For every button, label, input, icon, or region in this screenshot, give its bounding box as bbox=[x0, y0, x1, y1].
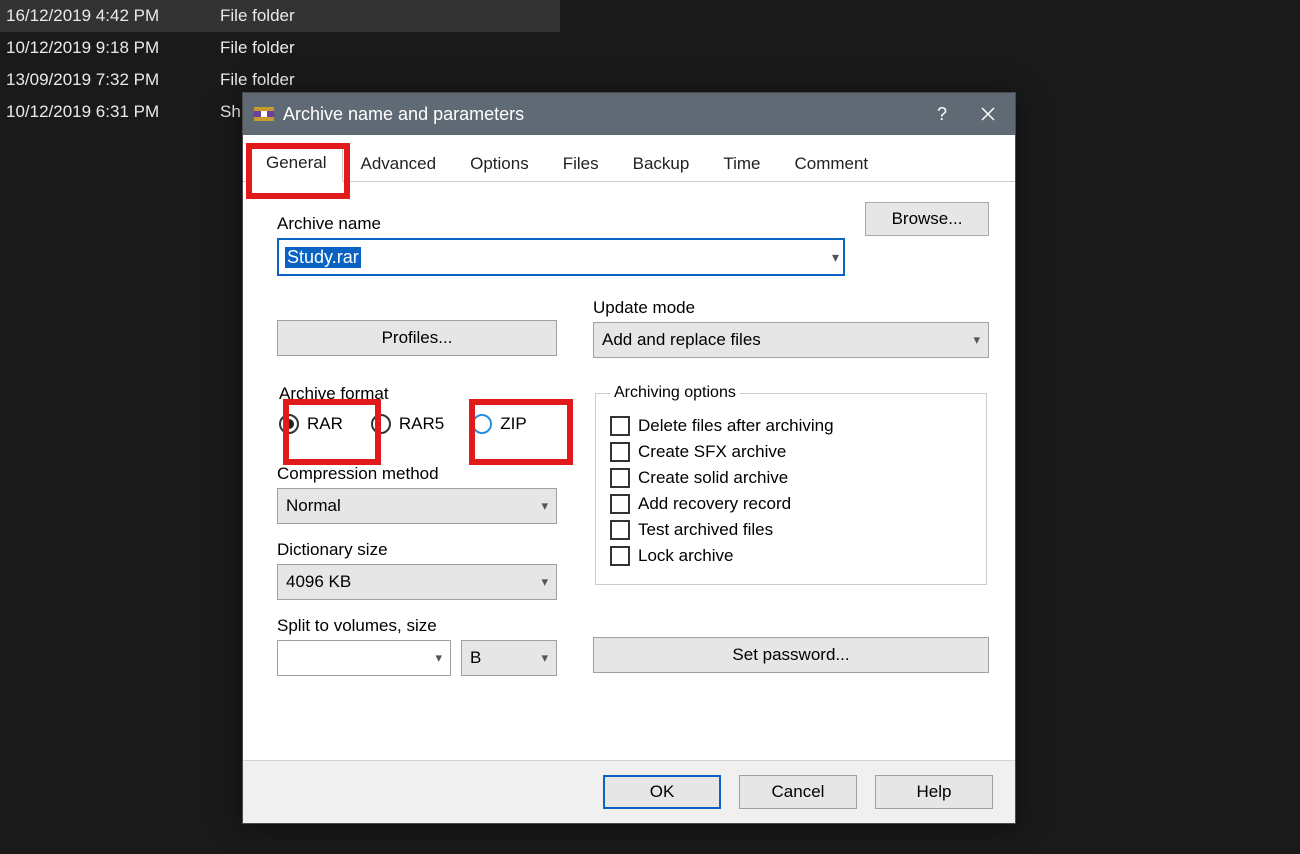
file-date: 13/09/2019 7:32 PM bbox=[0, 70, 206, 90]
file-type: File folder bbox=[206, 70, 295, 90]
check-recovery[interactable]: Add recovery record bbox=[610, 494, 972, 514]
archive-name-value: Study.rar bbox=[285, 247, 361, 268]
cancel-button[interactable]: Cancel bbox=[739, 775, 857, 809]
dictionary-size-label: Dictionary size bbox=[277, 540, 557, 560]
titlebar[interactable]: Archive name and parameters ? bbox=[243, 93, 1015, 135]
dictionary-size-select[interactable]: 4096 KB ▾ bbox=[277, 564, 557, 600]
dialog-title: Archive name and parameters bbox=[275, 104, 919, 125]
close-button[interactable] bbox=[965, 93, 1011, 135]
set-password-button[interactable]: Set password... bbox=[593, 637, 989, 673]
archiving-options-label: Archiving options bbox=[610, 384, 740, 402]
chevron-down-icon: ▾ bbox=[435, 650, 442, 666]
check-sfx[interactable]: Create SFX archive bbox=[610, 442, 972, 462]
radio-rar5[interactable]: RAR5 bbox=[371, 414, 444, 434]
split-unit-value: B bbox=[470, 648, 481, 668]
check-solid[interactable]: Create solid archive bbox=[610, 468, 972, 488]
file-type: File folder bbox=[206, 38, 295, 58]
tab-advanced[interactable]: Advanced bbox=[343, 147, 453, 182]
checkbox-icon bbox=[610, 546, 630, 566]
tabstrip: General Advanced Options Files Backup Ti… bbox=[243, 135, 1015, 182]
file-type: Sh bbox=[206, 102, 241, 122]
archive-parameters-dialog: Archive name and parameters ? General Ad… bbox=[242, 92, 1016, 824]
tab-body-general: Archive name Study.rar ▾ Browse... Profi… bbox=[243, 182, 1015, 760]
radio-dot-icon bbox=[371, 414, 391, 434]
file-date: 16/12/2019 4:42 PM bbox=[0, 6, 206, 26]
radio-zip[interactable]: ZIP bbox=[472, 414, 526, 434]
checkbox-icon bbox=[610, 468, 630, 488]
ok-button[interactable]: OK bbox=[603, 775, 721, 809]
file-date: 10/12/2019 9:18 PM bbox=[0, 38, 206, 58]
split-unit-select[interactable]: B ▾ bbox=[461, 640, 557, 676]
dialog-button-bar: OK Cancel Help bbox=[243, 760, 1015, 823]
split-volumes-label: Split to volumes, size bbox=[277, 616, 557, 636]
update-mode-value: Add and replace files bbox=[602, 330, 761, 350]
archiving-options-group: Archiving options Delete files after arc… bbox=[595, 384, 987, 585]
help-button-bottom[interactable]: Help bbox=[875, 775, 993, 809]
checkbox-icon bbox=[610, 442, 630, 462]
checkbox-icon bbox=[610, 494, 630, 514]
archive-format-group: Archive format RAR RAR5 ZIP bbox=[279, 384, 555, 440]
help-button[interactable]: ? bbox=[919, 93, 965, 135]
archive-name-input[interactable]: Study.rar ▾ bbox=[277, 238, 845, 276]
chevron-down-icon[interactable]: ▾ bbox=[832, 249, 839, 266]
file-row[interactable]: 10/12/2019 9:18 PM File folder bbox=[0, 32, 560, 64]
check-delete-after[interactable]: Delete files after archiving bbox=[610, 416, 972, 436]
tab-files[interactable]: Files bbox=[546, 147, 616, 182]
tab-time[interactable]: Time bbox=[706, 147, 777, 182]
radio-dot-icon bbox=[472, 414, 492, 434]
checkbox-icon bbox=[610, 416, 630, 436]
archive-format-label: Archive format bbox=[279, 384, 555, 404]
winrar-icon bbox=[253, 103, 275, 125]
chevron-down-icon: ▾ bbox=[973, 332, 980, 348]
chevron-down-icon: ▾ bbox=[541, 574, 548, 590]
compression-method-value: Normal bbox=[286, 496, 341, 516]
check-test[interactable]: Test archived files bbox=[610, 520, 972, 540]
radio-rar[interactable]: RAR bbox=[279, 414, 343, 434]
file-date: 10/12/2019 6:31 PM bbox=[0, 102, 206, 122]
file-row[interactable]: 16/12/2019 4:42 PM File folder bbox=[0, 0, 560, 32]
tab-general[interactable]: General bbox=[249, 146, 343, 182]
update-mode-label: Update mode bbox=[593, 298, 989, 318]
update-mode-select[interactable]: Add and replace files ▾ bbox=[593, 322, 989, 358]
browse-button[interactable]: Browse... bbox=[865, 202, 989, 236]
chevron-down-icon: ▾ bbox=[541, 498, 548, 514]
archive-name-label: Archive name bbox=[277, 214, 845, 234]
dictionary-size-value: 4096 KB bbox=[286, 572, 351, 592]
file-type: File folder bbox=[206, 6, 295, 26]
radio-dot-icon bbox=[279, 414, 299, 434]
compression-method-label: Compression method bbox=[277, 464, 557, 484]
chevron-down-icon: ▾ bbox=[541, 650, 548, 666]
tab-backup[interactable]: Backup bbox=[616, 147, 707, 182]
checkbox-icon bbox=[610, 520, 630, 540]
tab-options[interactable]: Options bbox=[453, 147, 546, 182]
profiles-button[interactable]: Profiles... bbox=[277, 320, 557, 356]
check-lock[interactable]: Lock archive bbox=[610, 546, 972, 566]
split-size-input[interactable]: ▾ bbox=[277, 640, 451, 676]
tab-comment[interactable]: Comment bbox=[777, 147, 885, 182]
compression-method-select[interactable]: Normal ▾ bbox=[277, 488, 557, 524]
